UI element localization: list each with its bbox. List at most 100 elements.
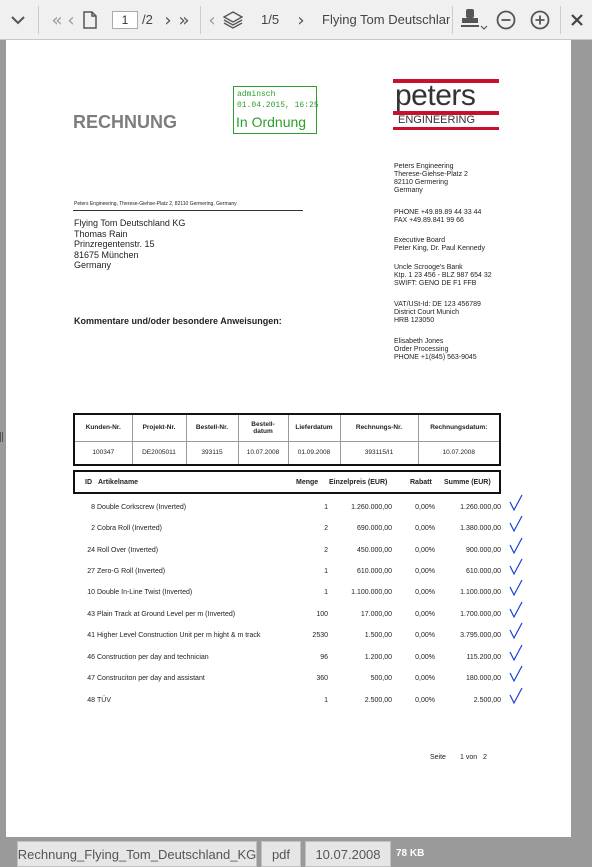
meta-header: Rechnungsdatum: — [417, 414, 500, 442]
item-discount: 0,00% — [415, 632, 435, 639]
item-name: Roll Over (Inverted) — [97, 547, 159, 554]
filetype-chip: pdf — [261, 841, 301, 867]
company-address: Peters Engineering Therese-Giehse-Platz 2… — [394, 163, 468, 194]
side-panel-handle[interactable] — [0, 432, 3, 442]
total-pages-label: /2 — [142, 12, 153, 27]
item-total: 3.795.000,00 — [460, 632, 501, 639]
meta-value: 393115/I1 — [339, 441, 418, 465]
previous-layer-icon[interactable]: ‹ — [205, 8, 219, 32]
meta-value: 10.07.2008 — [237, 441, 288, 465]
item-discount: 0,00% — [415, 675, 435, 682]
comments-label: Kommentare und/oder besondere Anweisunge… — [74, 316, 282, 326]
check-mark-icon — [509, 515, 523, 533]
layer-position-label: 1/5 — [261, 12, 280, 27]
date-chip: 10.07.2008 — [305, 841, 391, 867]
item-discount: 0,00% — [415, 589, 435, 596]
check-mark-icon — [509, 558, 523, 576]
table-row: 10 Double In-Line Twist (Inverted) 1 1.100.… — [73, 588, 501, 600]
table-row: 8 Double Corkscrew (Inverted) 1 1.260.000,0… — [73, 503, 501, 515]
zoom-in-icon[interactable] — [528, 8, 552, 32]
col-qty: Menge — [296, 479, 319, 486]
item-id: 8 — [91, 504, 95, 511]
item-qty: 1 — [324, 504, 328, 511]
meta-value: 10.07.2008 — [417, 441, 500, 465]
item-qty: 1 — [324, 589, 328, 596]
company-processor: Elisabeth Jones Order Processing PHONE +1(… — [394, 338, 477, 361]
item-qty: 2 — [324, 525, 328, 532]
table-row: 47 Construciton per day and assistant 360 5… — [73, 674, 501, 686]
page-number-input[interactable]: 1 — [112, 11, 138, 29]
company-contact: PHONE +49.89.89 44 33 44 FAX +49.89.841 9… — [394, 209, 482, 224]
item-id: 2 — [91, 525, 95, 532]
peters-engineering-logo: peters ENGINEERING — [393, 79, 499, 131]
item-discount: 0,00% — [415, 697, 435, 704]
col-name: Artikelname — [98, 479, 139, 486]
company-bank: Uncle Scrooge's Bank Ktp. 1 23 456 - BLZ … — [394, 264, 492, 287]
item-qty: 2 — [324, 547, 328, 554]
check-mark-icon — [509, 622, 523, 640]
invoice-title: RECHNUNG — [73, 112, 178, 132]
item-id: 46 — [87, 654, 95, 661]
table-row: 2 Cobra Roll (Inverted) 2 690.000,00 0,00% 1.… — [73, 524, 501, 536]
table-row: 27 Zero-G Roll (Inverted) 1 610.000,00 0,00%… — [73, 567, 501, 579]
table-row: 48 TÜV 1 2.500,00 0,00% 2.500,00 — [73, 696, 501, 708]
vertical-scrollbar[interactable] — [572, 40, 592, 837]
item-price: 2.500,00 — [364, 697, 392, 704]
sender-line: Peters Engineering, Therese-Giehse-Platz… — [74, 201, 237, 207]
item-total: 115.200,00 — [466, 654, 501, 661]
col-discount: Rabatt — [410, 479, 432, 486]
item-price: 1.100.000,00 — [351, 589, 392, 596]
sender-underline — [73, 210, 303, 211]
item-total: 180.000,00 — [465, 675, 501, 682]
item-total: 1.260.000,00 — [460, 504, 501, 511]
invoice-page: RECHNUNG adminsch 01.04.2015, 16:25 In O… — [6, 40, 571, 837]
item-total: 1.100.000,00 — [460, 589, 501, 596]
item-name: Construciton per day and assistant — [97, 675, 205, 682]
zoom-out-icon[interactable] — [494, 8, 518, 32]
table-row: 43 Plain Track at Ground Level per m (Inv… — [73, 610, 501, 622]
next-layer-icon[interactable]: › — [294, 8, 308, 32]
item-total: 900.000,00 — [465, 547, 501, 554]
item-price: 500,00 — [370, 675, 392, 682]
stamp-icon[interactable] — [456, 6, 490, 34]
document-title: Flying Tom Deutschland KG — [322, 12, 450, 27]
item-qty: 2530 — [312, 632, 328, 639]
check-mark-icon — [509, 579, 523, 597]
item-price: 17.000,00 — [360, 611, 392, 618]
meta-header: Rechnungs-Nr. — [339, 414, 418, 442]
logo-name: peters — [395, 79, 476, 112]
col-total: Summe (EUR) — [444, 479, 491, 486]
item-id: 41 — [87, 632, 95, 639]
check-mark-icon — [509, 644, 523, 662]
item-name: Higher Level Construction Unit per m hig… — [97, 632, 261, 639]
stamp-user: adminsch — [237, 90, 276, 99]
last-page-icon[interactable]: » — [174, 8, 194, 32]
meta-header: Lieferdatum — [287, 414, 340, 442]
item-qty: 360 — [316, 675, 328, 682]
meta-header: Kunden-Nr. — [74, 414, 132, 442]
item-price: 450.000,00 — [356, 547, 392, 554]
item-name: Plain Track at Ground Level per m (Inver… — [97, 611, 236, 618]
item-id: 27 — [87, 568, 95, 575]
layers-icon[interactable] — [220, 8, 246, 32]
pagination-text: 1 von 2 — [460, 754, 487, 761]
item-id: 24 — [87, 547, 95, 554]
col-id: ID — [85, 479, 92, 486]
previous-page-icon[interactable]: ‹ — [64, 8, 78, 32]
meta-header: Projekt-Nr. — [131, 414, 186, 442]
next-page-icon[interactable]: › — [162, 8, 174, 32]
meta-value: 393115 — [185, 441, 238, 465]
chevron-down-icon[interactable] — [6, 8, 30, 32]
filename-chip: Rechnung_Flying_Tom_Deutschland_KG — [17, 841, 257, 867]
item-id: 47 — [87, 675, 95, 682]
close-icon[interactable] — [565, 8, 589, 32]
filesize-label: 78 KB — [396, 848, 425, 859]
check-mark-icon — [509, 537, 523, 555]
table-row: 41 Higher Level Construction Unit per m h… — [73, 631, 501, 643]
item-discount: 0,00% — [415, 568, 435, 575]
item-name: Double In-Line Twist (Inverted) — [97, 589, 193, 596]
pagination-label: Seite — [430, 754, 446, 761]
item-discount: 0,00% — [415, 504, 435, 511]
item-discount: 0,00% — [415, 611, 435, 618]
check-mark-icon — [509, 687, 523, 705]
